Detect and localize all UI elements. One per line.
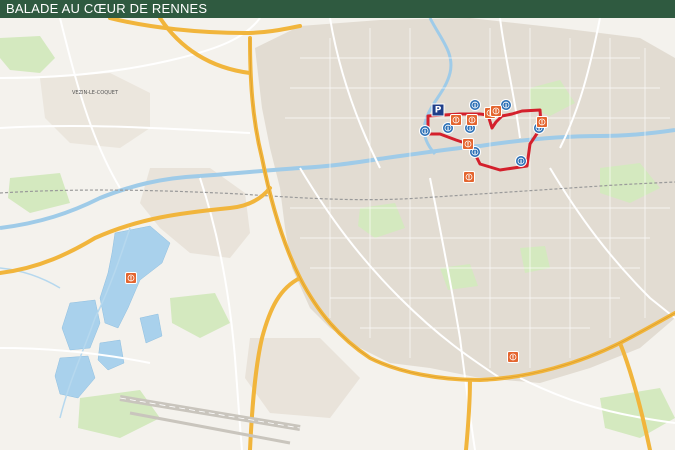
poi-marker[interactable]: ! <box>450 114 462 126</box>
marker-glyph: ! <box>130 276 133 283</box>
marker-glyph: ! <box>541 120 544 127</box>
marker-glyph: ! <box>512 355 515 362</box>
map-canvas[interactable]: VEZIN-LE-COQUET Piiiiiiii!!!!!!!!! <box>0 18 675 450</box>
info-marker[interactable]: i <box>419 125 431 137</box>
marker-glyph: ! <box>455 118 458 125</box>
marker-glyph: i <box>474 103 476 110</box>
poi-marker[interactable]: ! <box>125 272 137 284</box>
poi-marker[interactable]: ! <box>490 105 502 117</box>
marker-glyph: ! <box>495 109 498 116</box>
poi-marker[interactable]: ! <box>463 171 475 183</box>
marker-glyph: ! <box>468 175 471 182</box>
marker-glyph: i <box>447 126 449 133</box>
poi-marker[interactable]: ! <box>536 116 548 128</box>
marker-glyph: i <box>474 150 476 157</box>
page-title: BALADE AU CŒUR DE RENNES <box>6 1 208 16</box>
poi-marker[interactable]: ! <box>507 351 519 363</box>
start-marker[interactable]: P <box>431 103 445 117</box>
marker-glyph: i <box>520 159 522 166</box>
marker-glyph: ! <box>467 142 470 149</box>
poi-marker[interactable]: ! <box>462 138 474 150</box>
poi-marker[interactable]: ! <box>466 114 478 126</box>
place-label-vezin: VEZIN-LE-COQUET <box>72 90 119 96</box>
marker-glyph: i <box>469 126 471 133</box>
marker-glyph: P <box>435 106 442 116</box>
info-marker[interactable]: i <box>515 155 527 167</box>
title-bar: BALADE AU CŒUR DE RENNES <box>0 0 675 18</box>
info-marker[interactable]: i <box>500 99 512 111</box>
marker-glyph: i <box>424 129 426 136</box>
map-svg: VEZIN-LE-COQUET Piiiiiiii!!!!!!!!! <box>0 18 675 450</box>
marker-glyph: ! <box>471 118 474 125</box>
info-marker[interactable]: i <box>469 99 481 111</box>
marker-glyph: i <box>505 103 507 110</box>
map-page: BALADE AU CŒUR DE RENNES VEZIN-LE-COQUET… <box>0 0 675 450</box>
